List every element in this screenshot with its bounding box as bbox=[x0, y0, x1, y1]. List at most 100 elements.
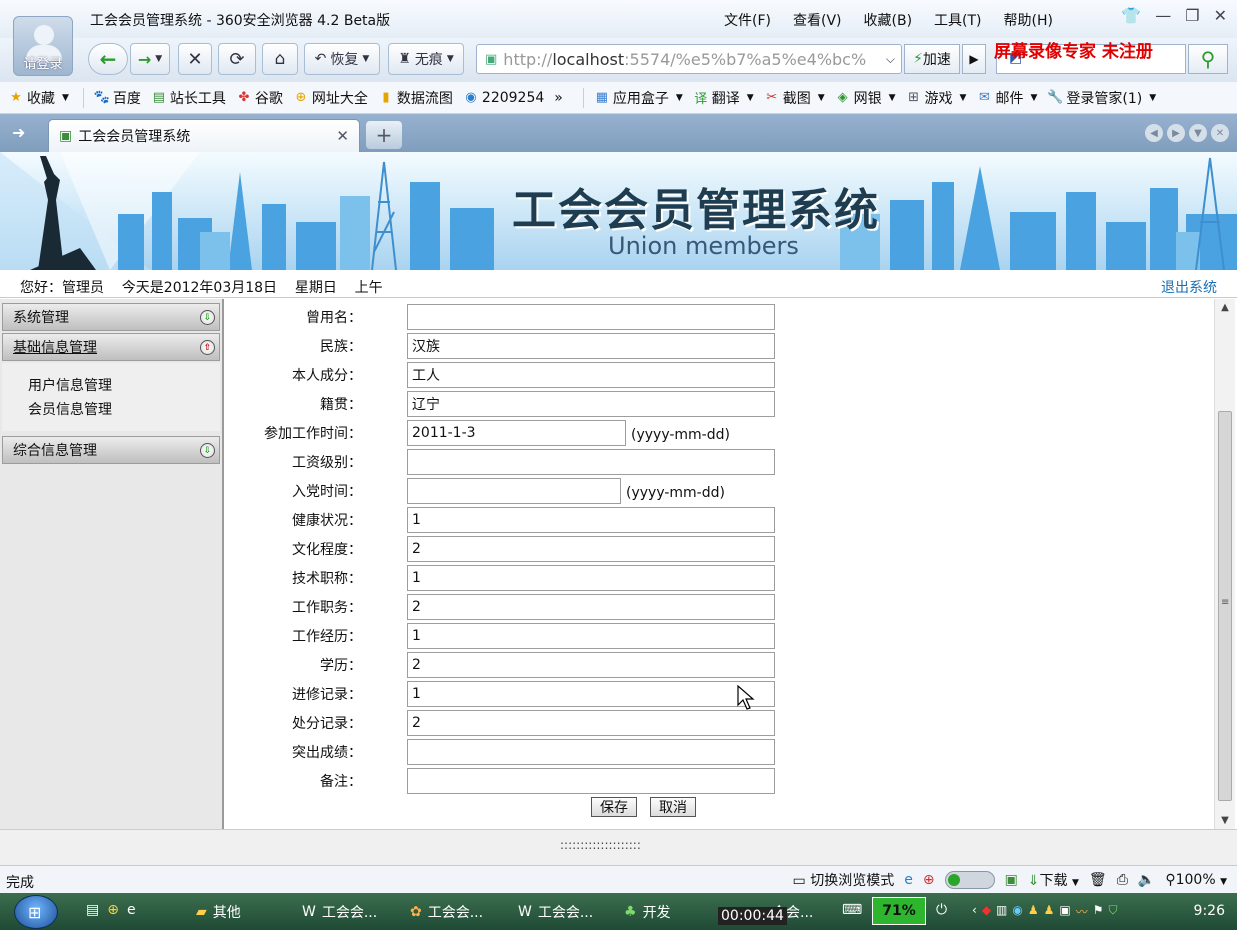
salary-grade-input[interactable] bbox=[407, 449, 775, 475]
degree-input[interactable]: 2 bbox=[407, 652, 775, 678]
menu-tools[interactable]: 工具(T) bbox=[934, 10, 981, 30]
network-icon[interactable]: ▥ bbox=[996, 903, 1007, 920]
incognito-button[interactable]: ♜ 无痕 ▼ bbox=[388, 43, 464, 75]
tray-window-icon[interactable]: ▣ bbox=[1059, 903, 1070, 920]
work-start-date-input[interactable]: 2011-1-3 bbox=[407, 420, 626, 446]
keyboard-icon[interactable]: ⌨ bbox=[842, 902, 862, 918]
bookmark-site-directory[interactable]: ⊕ 网址大全 bbox=[293, 88, 367, 108]
achievements-input[interactable] bbox=[407, 739, 775, 765]
logout-link[interactable]: 退出系统 bbox=[1161, 277, 1217, 297]
search-button[interactable]: ⚲ bbox=[1188, 44, 1228, 74]
task-word-1[interactable]: W 工会会... bbox=[302, 902, 377, 922]
save-button[interactable]: 保存 bbox=[591, 797, 637, 817]
shield-icon[interactable]: ⛉ bbox=[1109, 903, 1118, 920]
tab-union-system[interactable]: ▣ 工会会员管理系统 ✕ bbox=[48, 119, 360, 152]
tool-app-box[interactable]: ▦ 应用盒子 ▼ bbox=[594, 88, 683, 108]
bookmarks-more[interactable]: » bbox=[554, 90, 563, 106]
bookmark-favorites[interactable]: ★ 收藏 ▼ bbox=[8, 88, 69, 108]
back-button[interactable]: ← bbox=[88, 43, 128, 75]
tool-screenshot[interactable]: ✂ 截图 ▼ bbox=[764, 88, 824, 108]
sidebar-item-member-info[interactable]: 会员信息管理 bbox=[28, 399, 112, 419]
tool-login-manager[interactable]: 🔧 登录管家(1) ▼ bbox=[1047, 88, 1156, 108]
cancel-button[interactable]: 取消 bbox=[650, 797, 696, 817]
restore-window-icon[interactable]: ❐ bbox=[1185, 6, 1199, 25]
ethnicity-input[interactable]: 汉族 bbox=[407, 333, 775, 359]
tab-prev-icon[interactable]: ◀ bbox=[1145, 124, 1163, 142]
forward-button[interactable]: → ▼ bbox=[130, 43, 170, 75]
task-develop[interactable]: ♣ 开发 bbox=[624, 902, 671, 922]
bookmark-webmaster-tools[interactable]: ▤ 站长工具 bbox=[151, 88, 226, 108]
sidebar-section-comprehensive[interactable]: 综合信息管理 ⇩ bbox=[2, 436, 220, 464]
native-place-input[interactable]: 辽宁 bbox=[407, 391, 775, 417]
page-scrollbar[interactable]: ▲ ≡ ▼ bbox=[1214, 299, 1235, 829]
home-button[interactable]: ⌂ bbox=[262, 43, 298, 75]
qq-icon[interactable]: ♟ bbox=[1044, 903, 1055, 920]
tech-title-input[interactable]: 1 bbox=[407, 565, 775, 591]
tray-expand-icon[interactable]: ‹ bbox=[972, 903, 977, 920]
work-history-input[interactable]: 1 bbox=[407, 623, 775, 649]
former-name-input[interactable] bbox=[407, 304, 775, 330]
tab-next-icon[interactable]: ▶ bbox=[1167, 124, 1185, 142]
download-button[interactable]: ⇓下载 ▼ bbox=[1028, 870, 1079, 890]
task-word-2[interactable]: W 工会会... bbox=[518, 902, 593, 922]
go-button[interactable]: ▶ bbox=[962, 44, 986, 74]
scroll-up-icon[interactable]: ▲ bbox=[1215, 299, 1235, 316]
tab-close-all-icon[interactable]: ✕ bbox=[1211, 124, 1229, 142]
bookmark-dataflow[interactable]: ▮ 数据流图 bbox=[378, 88, 453, 108]
close-tab-icon[interactable]: ✕ bbox=[336, 127, 349, 145]
restore-button[interactable]: ↶ 恢复 ▼ bbox=[304, 43, 380, 75]
training-record-input[interactable]: 1 bbox=[407, 681, 775, 707]
job-position-input[interactable]: 2 bbox=[407, 594, 775, 620]
switch-mode-button[interactable]: ▭ 切换浏览模式 bbox=[793, 870, 895, 890]
sidebar-item-user-info[interactable]: 用户信息管理 bbox=[28, 375, 112, 395]
tray-globe-icon[interactable]: ◉ bbox=[1012, 903, 1022, 920]
task-browser[interactable]: ✿ 工会会... bbox=[410, 902, 483, 922]
sidebar-section-basic-info[interactable]: 基础信息管理 ⇧ bbox=[2, 333, 220, 361]
close-window-icon[interactable]: ✕ bbox=[1214, 6, 1227, 25]
scroll-down-icon[interactable]: ▼ bbox=[1215, 812, 1235, 829]
mode-toggle[interactable] bbox=[944, 871, 995, 889]
address-bar[interactable]: ▣ http://localhost:5574/%e5%b7%a5%e4%bc%… bbox=[476, 44, 902, 74]
tray-flag-icon[interactable]: ⚑ bbox=[1093, 903, 1104, 920]
volume-icon[interactable]: 🔈 bbox=[1138, 872, 1155, 888]
tool-translate[interactable]: 译翻译 ▼ bbox=[693, 88, 753, 108]
bookmark-google[interactable]: ✤ 谷歌 bbox=[236, 88, 282, 108]
start-button[interactable]: ⊞ bbox=[14, 895, 58, 929]
accelerate-button[interactable]: ⚡ 加速 bbox=[904, 44, 960, 74]
menu-view[interactable]: 查看(V) bbox=[793, 10, 842, 30]
tool-mail[interactable]: ✉ 邮件 ▼ bbox=[976, 88, 1037, 108]
remarks-input[interactable] bbox=[407, 768, 775, 794]
stop-button[interactable]: ✕ bbox=[178, 43, 212, 75]
menu-help[interactable]: 帮助(H) bbox=[1004, 10, 1053, 30]
bookmark-number[interactable]: ◉ 2209254 bbox=[463, 90, 544, 106]
menu-file[interactable]: 文件(F) bbox=[724, 10, 771, 30]
ie-quick-icon[interactable]: e bbox=[127, 902, 136, 918]
health-input[interactable]: 1 bbox=[407, 507, 775, 533]
screen-icon[interactable]: ▣ bbox=[1005, 872, 1018, 888]
ie-icon[interactable]: e bbox=[904, 872, 913, 888]
plug-icon[interactable]: ⏻ bbox=[936, 902, 947, 918]
sidebar-section-system[interactable]: 系统管理 ⇩ bbox=[2, 303, 220, 331]
trash-icon[interactable]: 🗑 bbox=[1089, 872, 1107, 888]
qq-icon[interactable]: ♟ bbox=[1028, 903, 1039, 920]
tool-games[interactable]: ⊞ 游戏 ▼ bbox=[906, 88, 966, 108]
class-status-input[interactable]: 工人 bbox=[407, 362, 775, 388]
education-level-input[interactable]: 2 bbox=[407, 536, 775, 562]
party-join-date-input[interactable] bbox=[407, 478, 621, 504]
tab-list-icon[interactable]: ▼ bbox=[1189, 124, 1207, 142]
login-avatar[interactable]: 请登录 bbox=[13, 16, 73, 76]
tray-app-icon[interactable]: ◆ bbox=[982, 903, 991, 920]
frame-splitter[interactable]: :::::::::::::::::::: bbox=[0, 829, 1237, 865]
print-icon[interactable]: ⎙ bbox=[1117, 872, 1128, 888]
skin-icon[interactable]: 👕 bbox=[1121, 6, 1141, 25]
menu-favorites[interactable]: 收藏(B) bbox=[864, 10, 913, 30]
refresh-button[interactable]: ⟳ bbox=[218, 43, 256, 75]
browser360-icon[interactable]: ⊕ bbox=[107, 902, 119, 918]
sidebar-toggle-icon[interactable]: ➜ bbox=[12, 123, 25, 142]
task-other[interactable]: ▰ 其他 bbox=[196, 902, 241, 922]
tool-bank[interactable]: ◈ 网银 ▼ bbox=[835, 88, 896, 108]
minimize-icon[interactable]: — bbox=[1155, 6, 1171, 25]
tray-wave-icon[interactable]: 〰 bbox=[1076, 903, 1088, 920]
bookmark-baidu[interactable]: 🐾 百度 bbox=[94, 88, 141, 108]
explorer-icon[interactable]: ▤ bbox=[86, 902, 99, 918]
